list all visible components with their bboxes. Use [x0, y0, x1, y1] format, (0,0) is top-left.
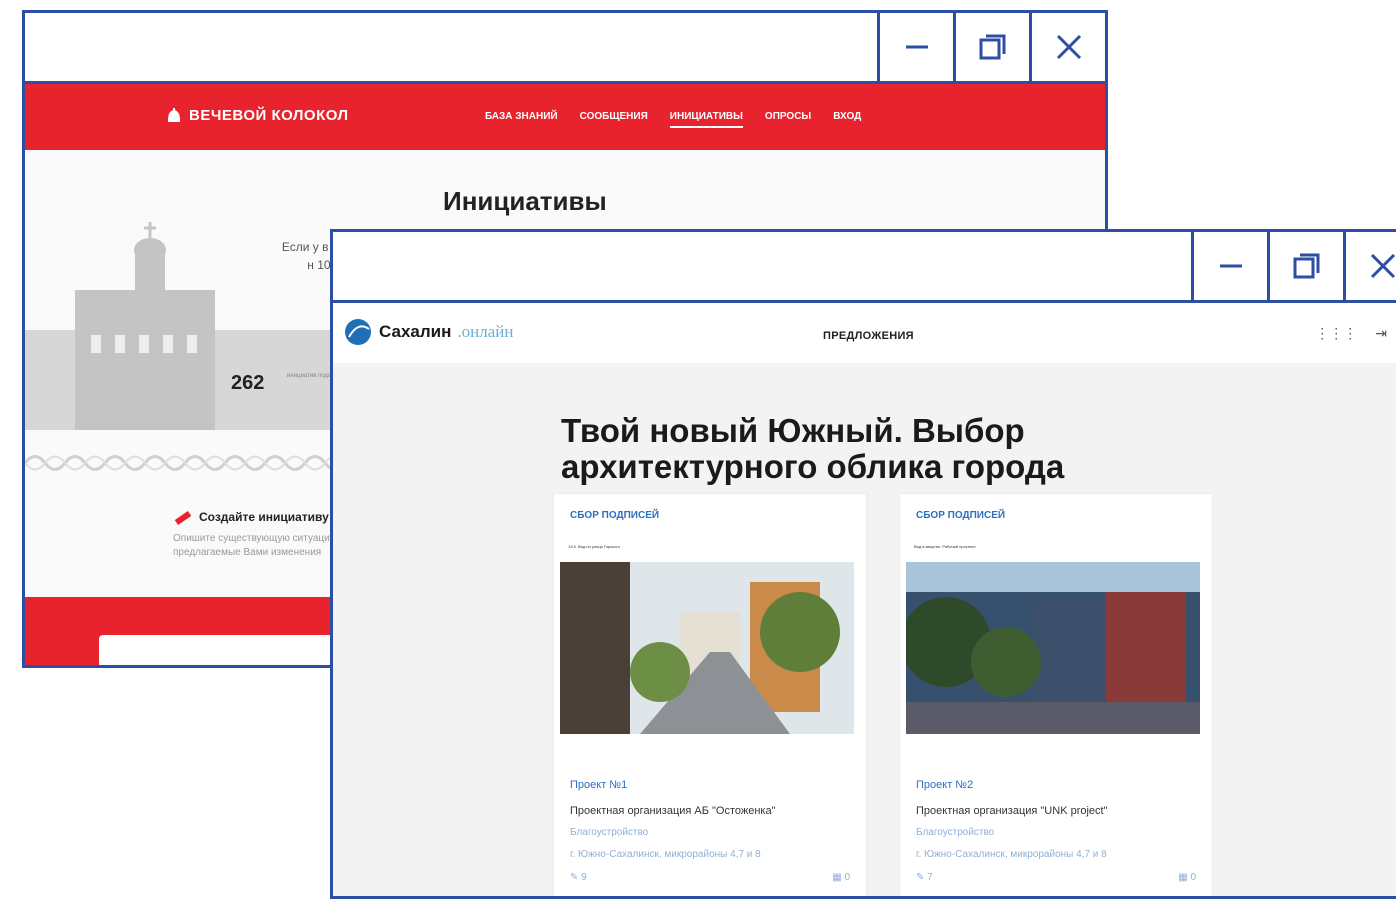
votes-count: ✎ 7 — [916, 872, 933, 883]
globe-icon — [343, 317, 373, 347]
login-icon[interactable]: ⇥ — [1375, 325, 1387, 342]
project-category: Благоустройство — [916, 827, 994, 838]
site-header: Сахалин .онлайн ПРЕДЛОЖЕНИЯ ⋮⋮⋮ ⇥ — [333, 303, 1396, 363]
comments-count: ▦ 0 — [1178, 872, 1196, 883]
site-logo[interactable]: Сахалин .онлайн — [343, 317, 513, 347]
preview-heading: Вид в квартал. Рабочий проспект — [914, 544, 976, 549]
project-photo — [560, 562, 854, 734]
minimize-icon — [1216, 251, 1246, 281]
proposals-page: Твой новый Южный. Выбор архитектурного о… — [333, 363, 1396, 896]
header-icons: ⋮⋮⋮ ⇥ — [1315, 325, 1387, 342]
page-title: Инициативы — [443, 186, 607, 217]
page-title: Твой новый Южный. Выбор архитектурного о… — [561, 413, 1261, 485]
nav-item-login[interactable]: ВХОД — [833, 111, 861, 128]
restore-icon — [978, 32, 1008, 62]
project-location: г. Южно-Сахалинск, микрорайоны 4,7 и 8 — [916, 849, 1107, 860]
project-card[interactable]: СБОР ПОДПИСЕЙ 13.5. Вид по улице Горьког… — [553, 493, 867, 899]
window-titlebar[interactable] — [333, 232, 1396, 303]
initiatives-count: 262 — [231, 372, 264, 395]
status-badge: СБОР ПОДПИСЕЙ — [916, 510, 1005, 521]
pen-icon — [173, 508, 193, 526]
window-titlebar[interactable] — [25, 13, 1105, 84]
main-nav: БАЗА ЗНАНИЙ СООБЩЕНИЯ ИНИЦИАТИВЫ ОПРОСЫ … — [485, 111, 861, 128]
site-logo[interactable]: ВЕЧЕВОЙ КОЛОКОЛ — [165, 106, 349, 124]
window-sakhalin-online: Сахалин .онлайн ПРЕДЛОЖЕНИЯ ⋮⋮⋮ ⇥ Твой но… — [330, 229, 1396, 899]
votes-count: ✎ 9 — [570, 872, 587, 883]
close-icon — [1368, 251, 1396, 281]
minimize-button[interactable] — [1191, 232, 1267, 300]
create-initiative-desc: Опишите существующую ситуацию предлагаем… — [173, 532, 343, 560]
project-preview: 13.5. Вид по улице Горького — [554, 534, 866, 756]
project-location: г. Южно-Сахалинск, микрорайоны 4,7 и 8 — [570, 849, 761, 860]
close-icon — [1054, 32, 1084, 62]
project-org: Проектная организация АБ "Остоженка" — [570, 805, 776, 817]
ornament-divider — [25, 448, 345, 478]
restore-icon — [1292, 251, 1322, 281]
project-title[interactable]: Проект №1 — [570, 779, 627, 791]
create-initiative-title: Создайте инициативу — [199, 510, 329, 524]
footer-card — [99, 635, 359, 668]
project-meta: ✎ 9 ▦ 0 — [570, 872, 850, 883]
close-button[interactable] — [1029, 13, 1105, 81]
nav-item-initiatives[interactable]: ИНИЦИАТИВЫ — [670, 111, 743, 128]
logo-sub: .онлайн — [457, 322, 513, 342]
close-button[interactable] — [1343, 232, 1396, 300]
apps-grid-icon[interactable]: ⋮⋮⋮ — [1315, 325, 1357, 342]
maximize-button[interactable] — [953, 13, 1029, 81]
preview-heading: 13.5. Вид по улице Горького — [568, 544, 620, 549]
nav-item-knowledge[interactable]: БАЗА ЗНАНИЙ — [485, 111, 558, 128]
project-photo — [906, 562, 1200, 734]
project-title[interactable]: Проект №2 — [916, 779, 973, 791]
project-card[interactable]: СБОР ПОДПИСЕЙ Вид в квартал. Рабочий про… — [899, 493, 1213, 899]
project-category: Благоустройство — [570, 827, 648, 838]
site-header: ВЕЧЕВОЙ КОЛОКОЛ БАЗА ЗНАНИЙ СООБЩЕНИЯ ИН… — [25, 84, 1105, 150]
nav-item-messages[interactable]: СООБЩЕНИЯ — [580, 111, 648, 128]
votes-value: 7 — [927, 872, 933, 883]
project-preview: Вид в квартал. Рабочий проспект — [900, 534, 1212, 756]
comments-count: ▦ 0 — [832, 872, 850, 883]
project-meta: ✎ 7 ▦ 0 — [916, 872, 1196, 883]
comments-value: 0 — [844, 872, 850, 883]
votes-value: 9 — [581, 872, 587, 883]
nav-proposals[interactable]: ПРЕДЛОЖЕНИЯ — [823, 330, 914, 342]
create-initiative-link[interactable]: Создайте инициативу — [173, 508, 329, 526]
minimize-icon — [902, 32, 932, 62]
nav-item-polls[interactable]: ОПРОСЫ — [765, 111, 811, 128]
project-org: Проектная организация "UNK project" — [916, 805, 1108, 817]
site-logo-text: ВЕЧЕВОЙ КОЛОКОЛ — [189, 107, 349, 124]
status-badge: СБОР ПОДПИСЕЙ — [570, 510, 659, 521]
maximize-button[interactable] — [1267, 232, 1343, 300]
logo-name: Сахалин — [379, 322, 451, 342]
bell-icon — [165, 106, 183, 124]
comments-value: 0 — [1190, 872, 1196, 883]
minimize-button[interactable] — [877, 13, 953, 81]
